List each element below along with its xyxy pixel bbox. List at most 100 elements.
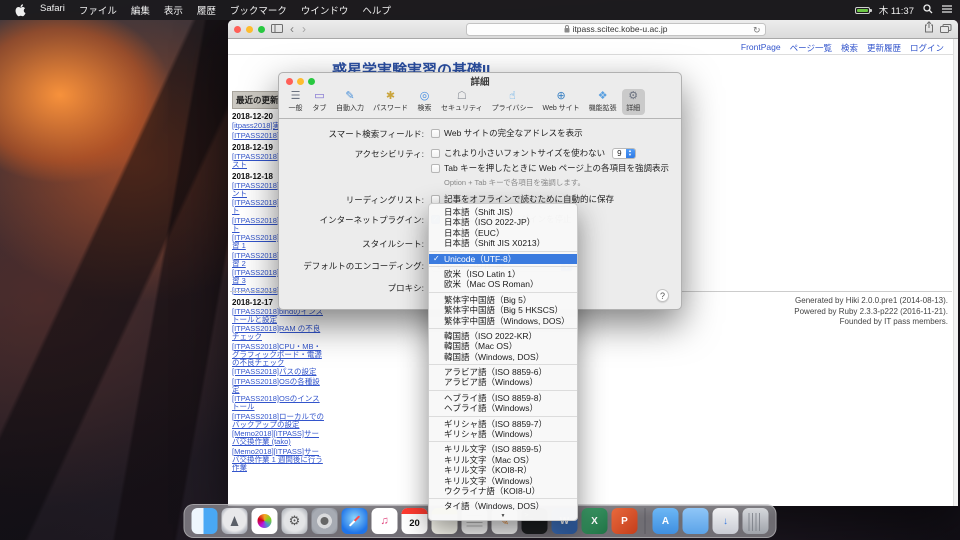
prefs-tab-general[interactable]: ☰ 一般 xyxy=(284,89,307,115)
encoding-menu-item[interactable]: 日本語（Shift JIS） xyxy=(429,207,577,217)
prefs-tab-search[interactable]: ◎ 検索 xyxy=(413,89,436,115)
menu-separator xyxy=(429,251,577,252)
prefs-tab-advanced[interactable]: ⚙ 詳細 xyxy=(622,89,645,115)
apple-menu[interactable] xyxy=(8,4,33,17)
encoding-menu-item[interactable]: 繁体字中国語（Big 5 HKSCS） xyxy=(429,305,577,315)
prefs-tab-passwords[interactable]: ✱ パスワード xyxy=(369,89,412,115)
menu-bar-clock[interactable]: 木 11:37 xyxy=(879,3,914,17)
page-scrollbar[interactable] xyxy=(953,39,958,506)
page-nav-link[interactable]: 更新履歴 xyxy=(867,42,901,54)
menu-bar-item[interactable]: 履歴 xyxy=(190,3,223,17)
min-font-size-checkbox[interactable] xyxy=(431,149,440,158)
documents-folder-dock-icon[interactable] xyxy=(683,508,709,534)
safari-dock-icon[interactable] xyxy=(342,508,368,534)
prefs-close-button[interactable] xyxy=(286,78,293,85)
menu-bar-item[interactable]: ヘルプ xyxy=(355,3,398,17)
menu-bar-item[interactable]: ブックマーク xyxy=(223,3,294,17)
excel-dock-icon[interactable]: X xyxy=(582,508,608,534)
page-nav-link[interactable]: ページ一覧 xyxy=(790,42,832,54)
page-nav-link[interactable]: FrontPage xyxy=(741,42,781,54)
menu-bar-item[interactable]: 編集 xyxy=(124,3,157,17)
reload-icon[interactable]: ↻ xyxy=(753,24,761,36)
sidebar-link[interactable]: [ITPASS2018]パスの設定 xyxy=(232,368,326,376)
notification-center-icon[interactable] xyxy=(942,4,952,17)
encoding-menu-item[interactable]: キリル文字（Mac OS） xyxy=(429,455,577,465)
share-button[interactable] xyxy=(924,20,934,38)
back-button[interactable]: ‹ xyxy=(289,24,295,34)
prefs-minimize-button[interactable] xyxy=(297,78,304,85)
forward-button[interactable]: › xyxy=(301,24,307,34)
encoding-menu-item[interactable]: 韓国語（Windows, DOS） xyxy=(429,352,577,362)
encoding-menu-item[interactable]: ウクライナ語（KOI8-U） xyxy=(429,486,577,496)
close-button[interactable] xyxy=(234,26,241,33)
encoding-menu-item[interactable]: ヘブライ語（Windows） xyxy=(429,403,577,413)
trash-dock-icon[interactable] xyxy=(743,508,769,534)
sidebar-link[interactable]: [ITPASS2018]OSの各種設定 xyxy=(232,378,326,394)
address-bar[interactable]: itpass.scitec.kobe-u.ac.jp ↻ xyxy=(466,23,766,36)
encoding-menu-item[interactable]: 日本語（EUC） xyxy=(429,228,577,238)
prefs-tab-privacy[interactable]: ☝ プライバシー xyxy=(488,89,538,115)
encoding-menu-item[interactable]: ギリシャ語（Windows） xyxy=(429,429,577,439)
prefs-tab-tabs[interactable]: ▭ タブ xyxy=(308,89,331,115)
encoding-menu-item[interactable]: 繁体字中国語（Big 5） xyxy=(429,295,577,305)
sidebar-toggle-button[interactable] xyxy=(271,20,283,38)
menu-bar-item[interactable]: ウインドウ xyxy=(294,3,356,17)
menu-separator xyxy=(429,292,577,293)
prefs-zoom-button[interactable] xyxy=(308,78,315,85)
encoding-menu-item[interactable]: キリル文字（KOI8-R） xyxy=(429,465,577,475)
tab-overview-button[interactable] xyxy=(940,20,952,38)
sidebar-link[interactable]: [Memo2018][ITPASS]サーバ交換作業 1 週間後に行う作業 xyxy=(232,448,326,472)
launchpad-dock-icon[interactable] xyxy=(222,508,248,534)
calendar-dock-icon[interactable]: 20 xyxy=(402,508,428,534)
prefs-tab-extensions[interactable]: ❖ 機能拡張 xyxy=(585,89,621,115)
encoding-menu-item[interactable]: 日本語（ISO 2022-JP） xyxy=(429,217,577,227)
encoding-menu-item[interactable]: キリル文字（Windows） xyxy=(429,476,577,486)
encoding-menu-item[interactable]: 韓国語（Mac OS） xyxy=(429,341,577,351)
zoom-button[interactable] xyxy=(258,26,265,33)
gear-icon: ⚙ xyxy=(628,90,638,103)
encoding-menu-item[interactable]: ギリシャ語（ISO 8859-7） xyxy=(429,419,577,429)
sidebar-link[interactable]: [ITPASS2018]CPU・MB・グラフィックボード・電源の不良チェック xyxy=(232,343,326,367)
sidebar-link[interactable]: [ITPASS2018]RAM の不良チェック xyxy=(232,325,326,341)
menu-bar-item[interactable]: 表示 xyxy=(157,3,190,17)
encoding-menu-item[interactable]: 韓国語（ISO 2022-KR） xyxy=(429,331,577,341)
smart-search-checkbox[interactable] xyxy=(431,129,440,138)
encoding-menu-item[interactable]: 欧米（ISO Latin 1） xyxy=(429,269,577,279)
photos-dock-icon[interactable] xyxy=(252,508,278,534)
battery-icon[interactable] xyxy=(855,7,870,14)
tab-highlight-checkbox[interactable] xyxy=(431,164,440,173)
spotlight-icon[interactable] xyxy=(923,4,933,17)
applications-folder-dock-icon[interactable]: A xyxy=(653,508,679,534)
encoding-menu-item[interactable]: ヘブライ語（ISO 8859-8） xyxy=(429,393,577,403)
finder-dock-icon[interactable] xyxy=(192,508,218,534)
font-size-select[interactable]: 9 ▲▼ xyxy=(612,148,635,159)
sidebar-link[interactable]: [ITPASS2018]ローカルでのバックアップの設定 xyxy=(232,413,326,429)
prefs-tab-websites[interactable]: ⊕ Web サイト xyxy=(538,89,583,115)
page-nav-link[interactable]: 検索 xyxy=(841,42,858,54)
prefs-tab-security[interactable]: ☖ セキュリティ xyxy=(437,89,487,115)
downloads-dock-icon[interactable]: ↓ xyxy=(713,508,739,534)
menu-bar-item[interactable]: ファイル xyxy=(72,3,124,17)
encoding-menu-item[interactable]: 欧米（Mac OS Roman） xyxy=(429,279,577,289)
prefs-tab-autofill[interactable]: ✎ 自動入力 xyxy=(332,89,368,115)
itunes-dock-icon[interactable]: ♫ xyxy=(372,508,398,534)
page-footer: Generated by Hiki 2.0.0.pre1 (2014-08-13… xyxy=(794,296,948,328)
menu-scroll-down-arrow[interactable]: ▼ xyxy=(429,512,577,520)
system-preferences-dock-icon[interactable]: ⚙ xyxy=(282,508,308,534)
encoding-menu-item-selected[interactable]: ✓ Unicode（UTF-8） xyxy=(429,254,577,264)
powerpoint-dock-icon[interactable]: P xyxy=(612,508,638,534)
minimize-button[interactable] xyxy=(246,26,253,33)
encoding-menu-item[interactable]: 日本語（Shift JIS X0213） xyxy=(429,238,577,248)
encoding-menu-item[interactable]: キリル文字（ISO 8859-5） xyxy=(429,444,577,454)
menu-bar-item[interactable]: Safari xyxy=(33,3,72,17)
encoding-menu-item[interactable]: アラビア語（Windows） xyxy=(429,377,577,387)
disk-utility-dock-icon[interactable] xyxy=(312,508,338,534)
encoding-menu-item[interactable]: タイ語（Windows, DOS） xyxy=(429,501,577,511)
page-nav-link[interactable]: ログイン xyxy=(910,42,944,54)
encoding-menu-item[interactable]: アラビア語（ISO 8859-6） xyxy=(429,367,577,377)
help-button[interactable]: ? xyxy=(656,289,669,302)
stepper-arrows-icon[interactable]: ▲▼ xyxy=(626,149,635,158)
sidebar-link[interactable]: [Memo2018][ITPASS]サーバ交換作業 (tako) xyxy=(232,430,326,446)
sidebar-link[interactable]: [ITPASS2018]OSのインストール xyxy=(232,395,326,411)
encoding-menu-item[interactable]: 繁体字中国語（Windows, DOS） xyxy=(429,316,577,326)
